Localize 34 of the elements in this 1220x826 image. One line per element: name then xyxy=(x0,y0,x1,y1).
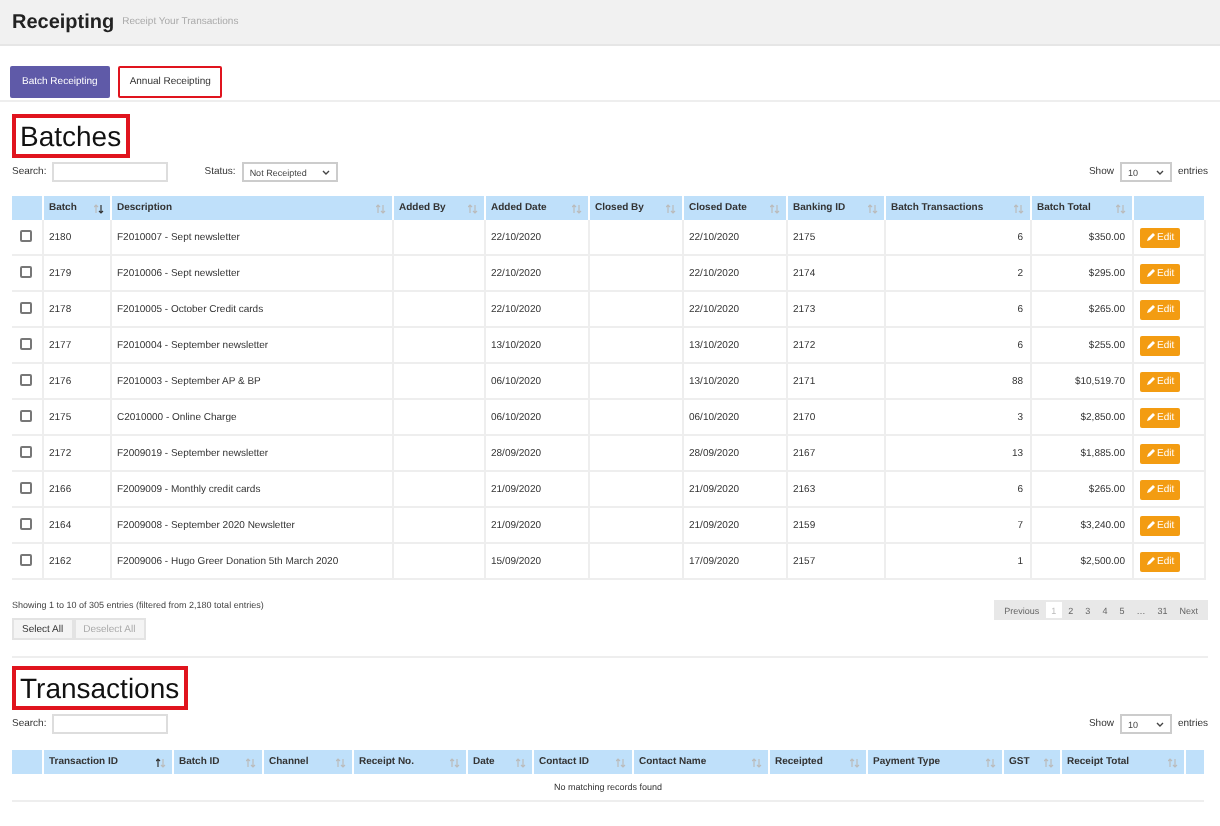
row-checkbox[interactable] xyxy=(20,265,33,277)
page-title: Receipting xyxy=(12,11,115,33)
section-heading: Transactions xyxy=(12,666,188,710)
header-cell xyxy=(1132,196,1204,220)
pencil-icon xyxy=(1145,520,1155,530)
pencil-icon xyxy=(1145,484,1155,494)
pencil-icon xyxy=(1145,412,1155,422)
search-field[interactable] xyxy=(52,162,169,182)
row-checkbox[interactable] xyxy=(20,553,33,565)
header-cell xyxy=(1184,750,1204,774)
caret-icon xyxy=(1155,721,1164,727)
row-checkbox[interactable] xyxy=(20,301,33,313)
pencil-icon xyxy=(1145,232,1155,242)
pencil-icon xyxy=(1145,268,1155,278)
pencil-icon xyxy=(1145,340,1155,350)
pencil-icon xyxy=(1145,556,1155,566)
header-cell xyxy=(12,196,42,220)
row-checkbox[interactable] xyxy=(20,409,33,421)
sort-icon[interactable] xyxy=(155,757,165,767)
section-heading: Batches xyxy=(12,114,130,158)
row-checkbox[interactable] xyxy=(20,373,33,385)
sort-icon[interactable] xyxy=(93,203,103,213)
pencil-icon xyxy=(1145,304,1155,314)
pencil-icon xyxy=(1145,376,1155,386)
row-checkbox[interactable] xyxy=(20,445,33,457)
row-checkbox[interactable] xyxy=(20,229,33,241)
search-field[interactable] xyxy=(52,714,169,734)
row-checkbox[interactable] xyxy=(20,517,33,529)
row-checkbox[interactable] xyxy=(20,481,33,493)
pencil-icon xyxy=(1145,448,1155,458)
header-cell xyxy=(12,750,42,774)
caret-icon xyxy=(1155,169,1164,175)
row-checkbox[interactable] xyxy=(20,337,33,349)
caret-icon xyxy=(321,169,330,175)
